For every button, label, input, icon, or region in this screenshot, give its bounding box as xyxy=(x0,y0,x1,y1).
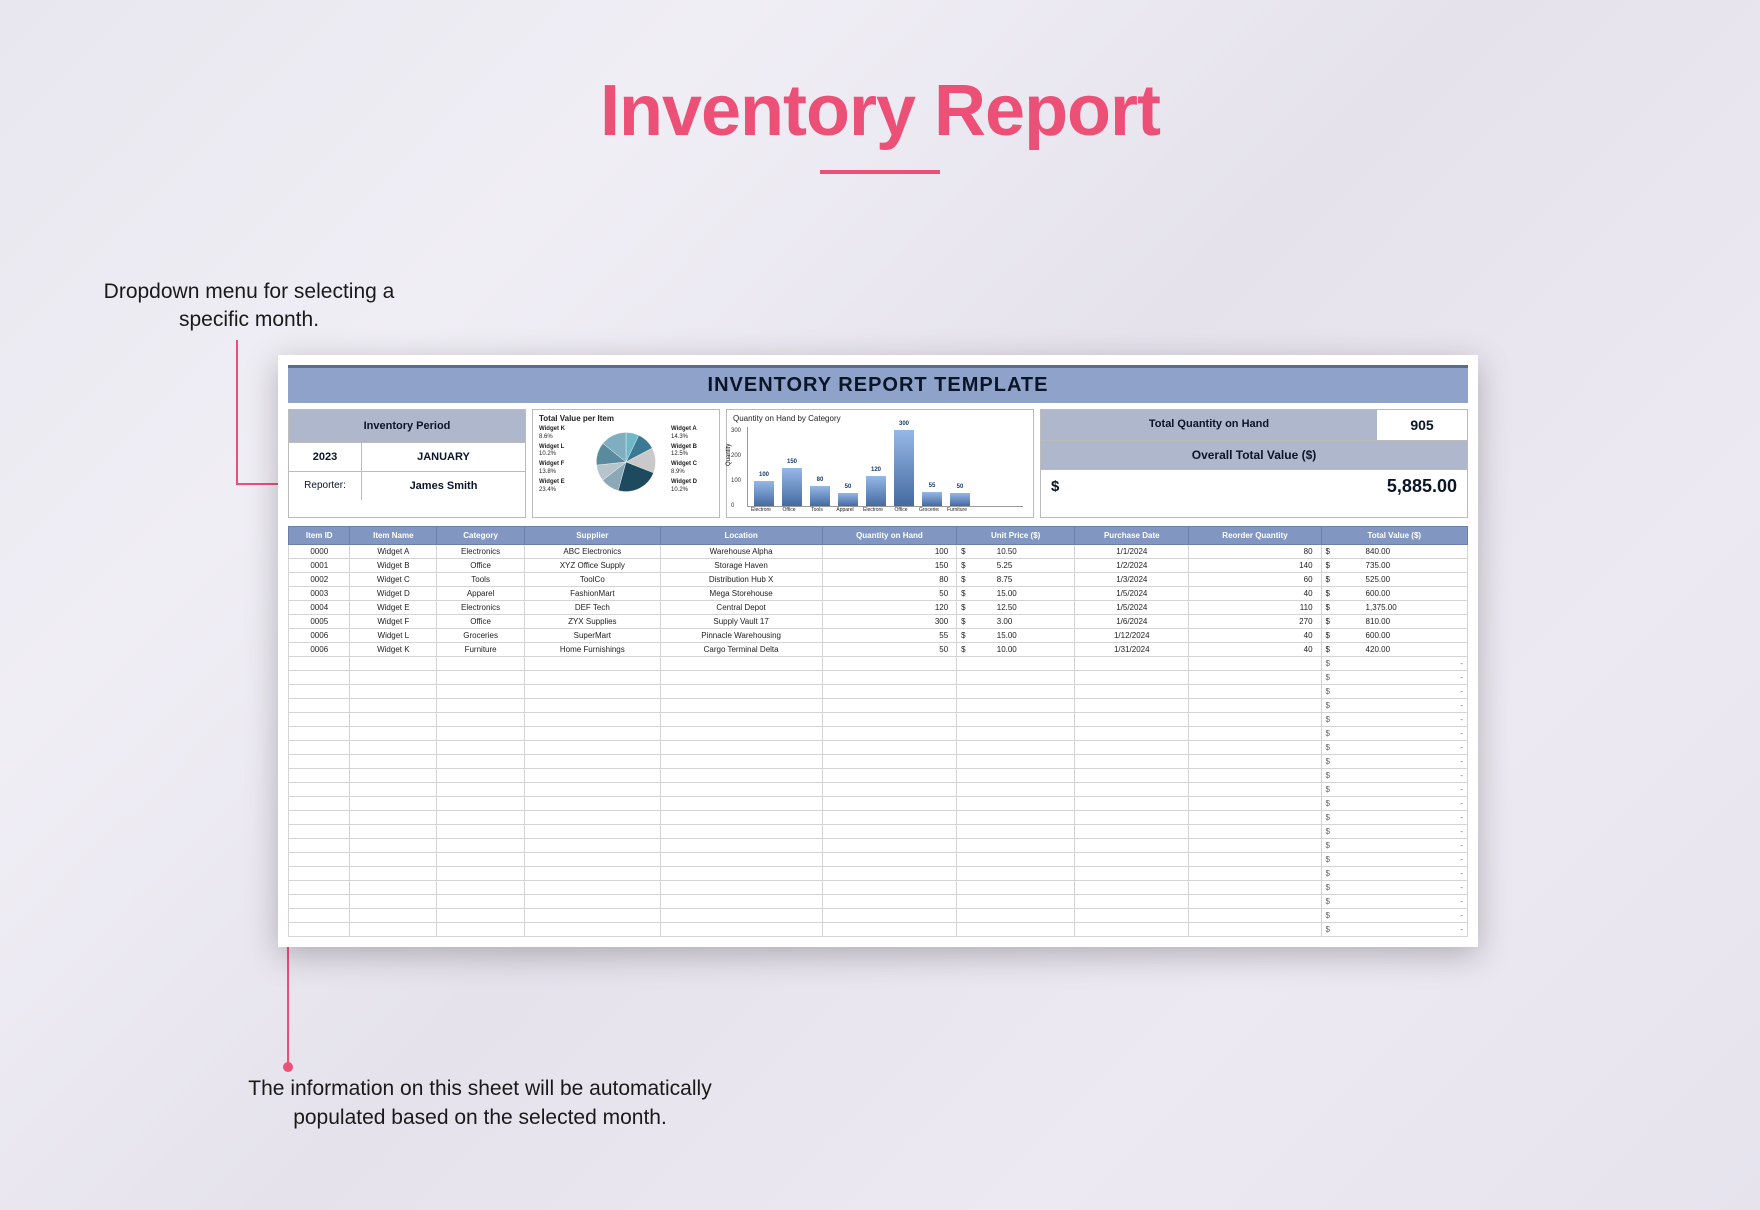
table-body: 0000Widget AElectronicsABC ElectronicsWa… xyxy=(289,545,1468,937)
total-qty-label: Total Quantity on Hand xyxy=(1041,410,1377,440)
period-label: Inventory Period xyxy=(289,410,525,442)
table-row[interactable]: $- xyxy=(289,657,1468,671)
table-row[interactable]: 0000Widget AElectronicsABC ElectronicsWa… xyxy=(289,545,1468,559)
year-dropdown[interactable]: 2023 xyxy=(289,443,361,471)
table-header-row: Item IDItem NameCategorySupplierLocation… xyxy=(289,527,1468,545)
table-row[interactable]: $- xyxy=(289,853,1468,867)
table-row[interactable]: $- xyxy=(289,839,1468,853)
table-row[interactable]: $- xyxy=(289,881,1468,895)
table-row[interactable]: $- xyxy=(289,741,1468,755)
bar-chart: Quantity on Hand by Category 3002001000 … xyxy=(726,409,1034,518)
table-row[interactable]: $- xyxy=(289,699,1468,713)
total-qty-value: 905 xyxy=(1377,410,1467,440)
page-title: Inventory Report xyxy=(0,70,1760,152)
title-underline xyxy=(820,170,940,174)
table-row[interactable]: 0002Widget CToolsToolCoDistribution Hub … xyxy=(289,573,1468,587)
pie-legend-left: Widget K8.6%Widget L10.2%Widget F13.8%Wi… xyxy=(539,426,579,496)
summary-box: Total Quantity on Hand 905 Overall Total… xyxy=(1040,409,1468,518)
col-header: Location xyxy=(660,527,822,545)
bar-xlabels: ElectronicsOfficeToolsApparelElectronics… xyxy=(733,507,1027,513)
col-header: Total Value ($) xyxy=(1321,527,1467,545)
bar: 120 xyxy=(866,476,886,506)
bar-yticks: 3002001000 xyxy=(731,428,741,509)
sheet-header: INVENTORY REPORT TEMPLATE xyxy=(288,365,1468,403)
table-row[interactable]: $- xyxy=(289,825,1468,839)
table-row[interactable]: 0006Widget KFurnitureHome FurnishingsCar… xyxy=(289,643,1468,657)
pie-title: Total Value per Item xyxy=(539,414,713,423)
table-row[interactable]: 0004Widget EElectronicsDEF TechCentral D… xyxy=(289,601,1468,615)
pie-legend-right: Widget A14.3%Widget B12.5%Widget C8.9%Wi… xyxy=(671,426,713,496)
col-header: Item ID xyxy=(289,527,350,545)
reporter-label: Reporter: xyxy=(289,472,361,500)
table-row[interactable]: $- xyxy=(289,671,1468,685)
bar: 50 xyxy=(950,493,970,506)
callout-dropdown: Dropdown menu for selecting a specific m… xyxy=(94,278,404,335)
table-row[interactable]: $- xyxy=(289,783,1468,797)
table-row[interactable]: $- xyxy=(289,755,1468,769)
reporter-name: James Smith xyxy=(361,472,525,500)
table-row[interactable]: $- xyxy=(289,727,1468,741)
table-row[interactable]: $- xyxy=(289,909,1468,923)
spreadsheet-card: INVENTORY REPORT TEMPLATE Inventory Peri… xyxy=(278,355,1478,947)
bar: 150 xyxy=(782,468,802,506)
inventory-period-box: Inventory Period 2023 JANUARY Reporter: … xyxy=(288,409,526,518)
inventory-table: Item IDItem NameCategorySupplierLocation… xyxy=(288,526,1468,937)
bar: 100 xyxy=(754,481,774,506)
table-row[interactable]: $- xyxy=(289,811,1468,825)
col-header: Quantity on Hand xyxy=(822,527,957,545)
month-dropdown[interactable]: JANUARY xyxy=(361,443,525,471)
table-row[interactable]: $- xyxy=(289,867,1468,881)
bar-title: Quantity on Hand by Category xyxy=(733,414,1027,423)
table-row[interactable]: $- xyxy=(289,769,1468,783)
pie-svg xyxy=(577,423,675,501)
table-row[interactable]: $- xyxy=(289,713,1468,727)
table-row[interactable]: $- xyxy=(289,685,1468,699)
table-row[interactable]: 0006Widget LGroceriesSuperMartPinnacle W… xyxy=(289,629,1468,643)
callout-autopopulate: The information on this sheet will be au… xyxy=(200,1075,760,1132)
col-header: Unit Price ($) xyxy=(957,527,1075,545)
col-header: Item Name xyxy=(350,527,437,545)
bar: 50 xyxy=(838,493,858,506)
bar: 80 xyxy=(810,486,830,506)
table-row[interactable]: 0005Widget FOfficeZYX SuppliesSupply Vau… xyxy=(289,615,1468,629)
col-header: Purchase Date xyxy=(1075,527,1189,545)
bar-ylabel: Quantity xyxy=(726,444,732,466)
table-row[interactable]: 0001Widget BOfficeXYZ Office SupplyStora… xyxy=(289,559,1468,573)
pie-chart: Total Value per Item Widget K8.6%Widget … xyxy=(532,409,720,518)
table-row[interactable]: $- xyxy=(289,797,1468,811)
table-row[interactable]: $- xyxy=(289,923,1468,937)
bar: 55 xyxy=(922,492,942,506)
col-header: Supplier xyxy=(525,527,661,545)
bar-area: 100 150 80 50 120 300 55 50 xyxy=(747,427,1023,507)
dollar-sign: $ xyxy=(1051,478,1059,495)
table-row[interactable]: $- xyxy=(289,895,1468,909)
col-header: Category xyxy=(437,527,525,545)
arrow-line xyxy=(236,340,238,484)
col-header: Reorder Quantity xyxy=(1189,527,1321,545)
bar: 300 xyxy=(894,430,914,506)
table-row[interactable]: 0003Widget DApparelFashionMartMega Store… xyxy=(289,587,1468,601)
total-value-label: Overall Total Value ($) xyxy=(1041,440,1467,469)
total-value: 5,885.00 xyxy=(1059,476,1457,497)
